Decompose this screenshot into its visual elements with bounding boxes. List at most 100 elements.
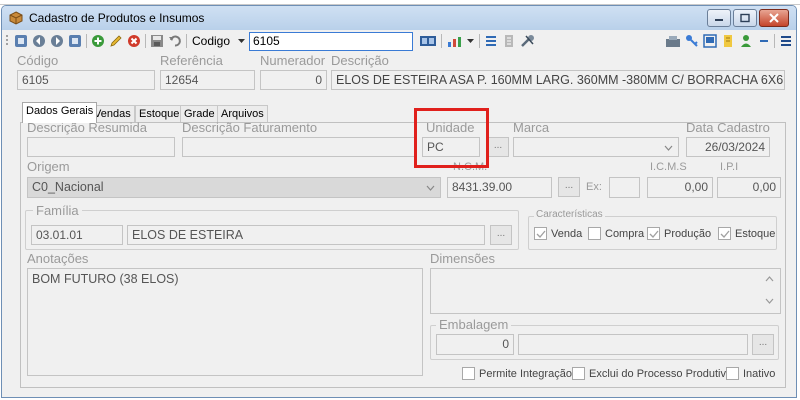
toolbar-separator [774,34,775,48]
chevron-down-icon[interactable] [765,298,774,304]
list-icon[interactable] [484,34,499,48]
binoculars-icon[interactable] [419,34,437,48]
close-button[interactable] [759,9,789,27]
descricao-resumida-field[interactable] [27,137,175,157]
ncm-lookup-button[interactable]: ... [558,177,580,197]
previous-record-icon[interactable] [32,34,47,48]
embalagem-desc-field[interactable] [518,334,748,355]
user-icon[interactable] [739,34,754,48]
data-cadastro-field[interactable]: 26/03/2024 [686,137,770,157]
check-icon [649,230,659,238]
estoque-checkbox[interactable] [718,227,731,240]
document-icon[interactable] [502,34,517,48]
descricao-faturamento-field[interactable] [182,137,416,157]
chevron-down-icon[interactable] [426,185,435,191]
unidade-lookup-button[interactable]: ... [487,137,509,157]
edit-icon[interactable] [109,34,124,48]
exclui-processo-checkbox[interactable] [572,367,585,380]
search-field-label[interactable]: Codigo [192,34,230,48]
tab-dados-gerais[interactable]: Dados Gerais [22,102,98,123]
referencia-label: Referência [160,53,223,68]
search-input-value: 6105 [253,34,280,48]
compra-checkbox[interactable] [588,227,601,240]
venda-label: Venda [551,228,583,240]
toolbar-separator [479,34,480,48]
compra-label: Compra [605,228,645,240]
familia-name-field[interactable]: ELOS DE ESTEIRA [127,225,485,245]
familia-lookup-button[interactable]: ... [490,225,512,245]
descricao-label: Descrição [331,53,389,68]
box-icon [9,11,23,25]
chart-icon[interactable] [446,34,464,48]
caracteristicas-label: Características [534,209,605,220]
data-cadastro-label: Data Cadastro [686,120,770,135]
monitor-icon[interactable] [703,34,718,48]
familia-code-field[interactable]: 03.01.01 [31,225,123,245]
first-record-icon[interactable] [14,34,29,48]
search-input[interactable]: 6105 [249,32,413,51]
ex-label: Ex: [586,181,602,193]
numerador-field[interactable]: 0 [260,70,327,90]
ipi-field[interactable]: 0,00 [717,177,781,198]
venda-checkbox[interactable] [534,227,547,240]
ex-field[interactable] [609,177,640,198]
ncm-field[interactable]: 8431.39.00 [447,177,552,198]
toolbar-grip [5,34,9,48]
next-record-icon[interactable] [50,34,65,48]
descricao-faturamento-label: Descrição Faturamento [182,120,318,135]
undo-icon[interactable] [168,34,183,48]
chevron-down-icon[interactable] [664,145,673,151]
chevron-up-icon[interactable] [765,276,774,282]
delete-icon[interactable] [127,34,142,48]
toolbar: Codigo 6105 [2,30,796,52]
referencia-field[interactable]: 12654 [160,70,255,90]
toolbar-separator [86,34,87,48]
numerador-label: Numerador [260,53,326,68]
tools-icon[interactable] [520,34,536,48]
familia-label: Família [33,203,82,218]
maximize-button[interactable] [733,9,757,27]
key-icon[interactable] [685,34,700,48]
unidade-highlight-box [414,108,489,168]
inativo-label: Inativo [743,368,776,380]
anotacoes-label: Anotações [27,251,89,266]
anotacoes-textarea[interactable]: BOM FUTURO (38 ELOS) [27,268,423,376]
inativo-checkbox[interactable] [726,367,739,380]
embalagem-qty-field[interactable]: 0 [436,334,514,355]
ipi-label: I.P.I [720,161,739,173]
permite-integracao-checkbox[interactable] [462,367,475,380]
permite-integracao-label: Permite Integração [479,368,572,380]
embalagem-lookup-button[interactable]: ... [752,334,774,355]
minimize-button[interactable] [707,9,731,27]
cash-register-icon[interactable] [665,34,681,48]
dimensoes-label: Dimensões [430,251,496,266]
exclui-processo-label: Exclui do Processo Produtivo [589,368,733,380]
dimensoes-textarea[interactable] [430,268,781,314]
product-window: Cadastro de Produtos e Insumos Codigo 61… [1,5,797,398]
toolbar-separator [186,34,187,48]
menu-icon[interactable] [779,34,794,48]
check-icon [536,230,546,238]
close-icon [769,13,779,23]
check-icon [720,230,730,238]
toolbar-separator [145,34,146,48]
last-record-icon[interactable] [68,34,83,48]
origem-label: Origem [27,159,70,174]
minimize-icon [715,19,723,21]
codigo-field[interactable]: 6105 [17,70,155,90]
icms-field[interactable]: 0,00 [647,177,713,198]
chevron-down-icon[interactable] [467,39,474,44]
origem-select[interactable]: C0_Nacional [27,177,441,198]
title-bar[interactable]: Cadastro de Produtos e Insumos [2,6,796,30]
descricao-field[interactable]: ELOS DE ESTEIRA ASA P. 160MM LARG. 360MM… [331,70,785,90]
save-icon[interactable] [150,34,165,48]
marca-label: Marca [513,120,550,135]
add-icon[interactable] [91,34,106,48]
toolbar-separator [441,34,442,48]
chevron-down-icon[interactable] [238,39,245,44]
producao-checkbox[interactable] [647,227,660,240]
help-icon[interactable] [757,34,772,48]
note-icon[interactable] [721,34,736,48]
marca-select[interactable] [513,137,679,157]
embalagem-label: Embalagem [436,317,512,332]
